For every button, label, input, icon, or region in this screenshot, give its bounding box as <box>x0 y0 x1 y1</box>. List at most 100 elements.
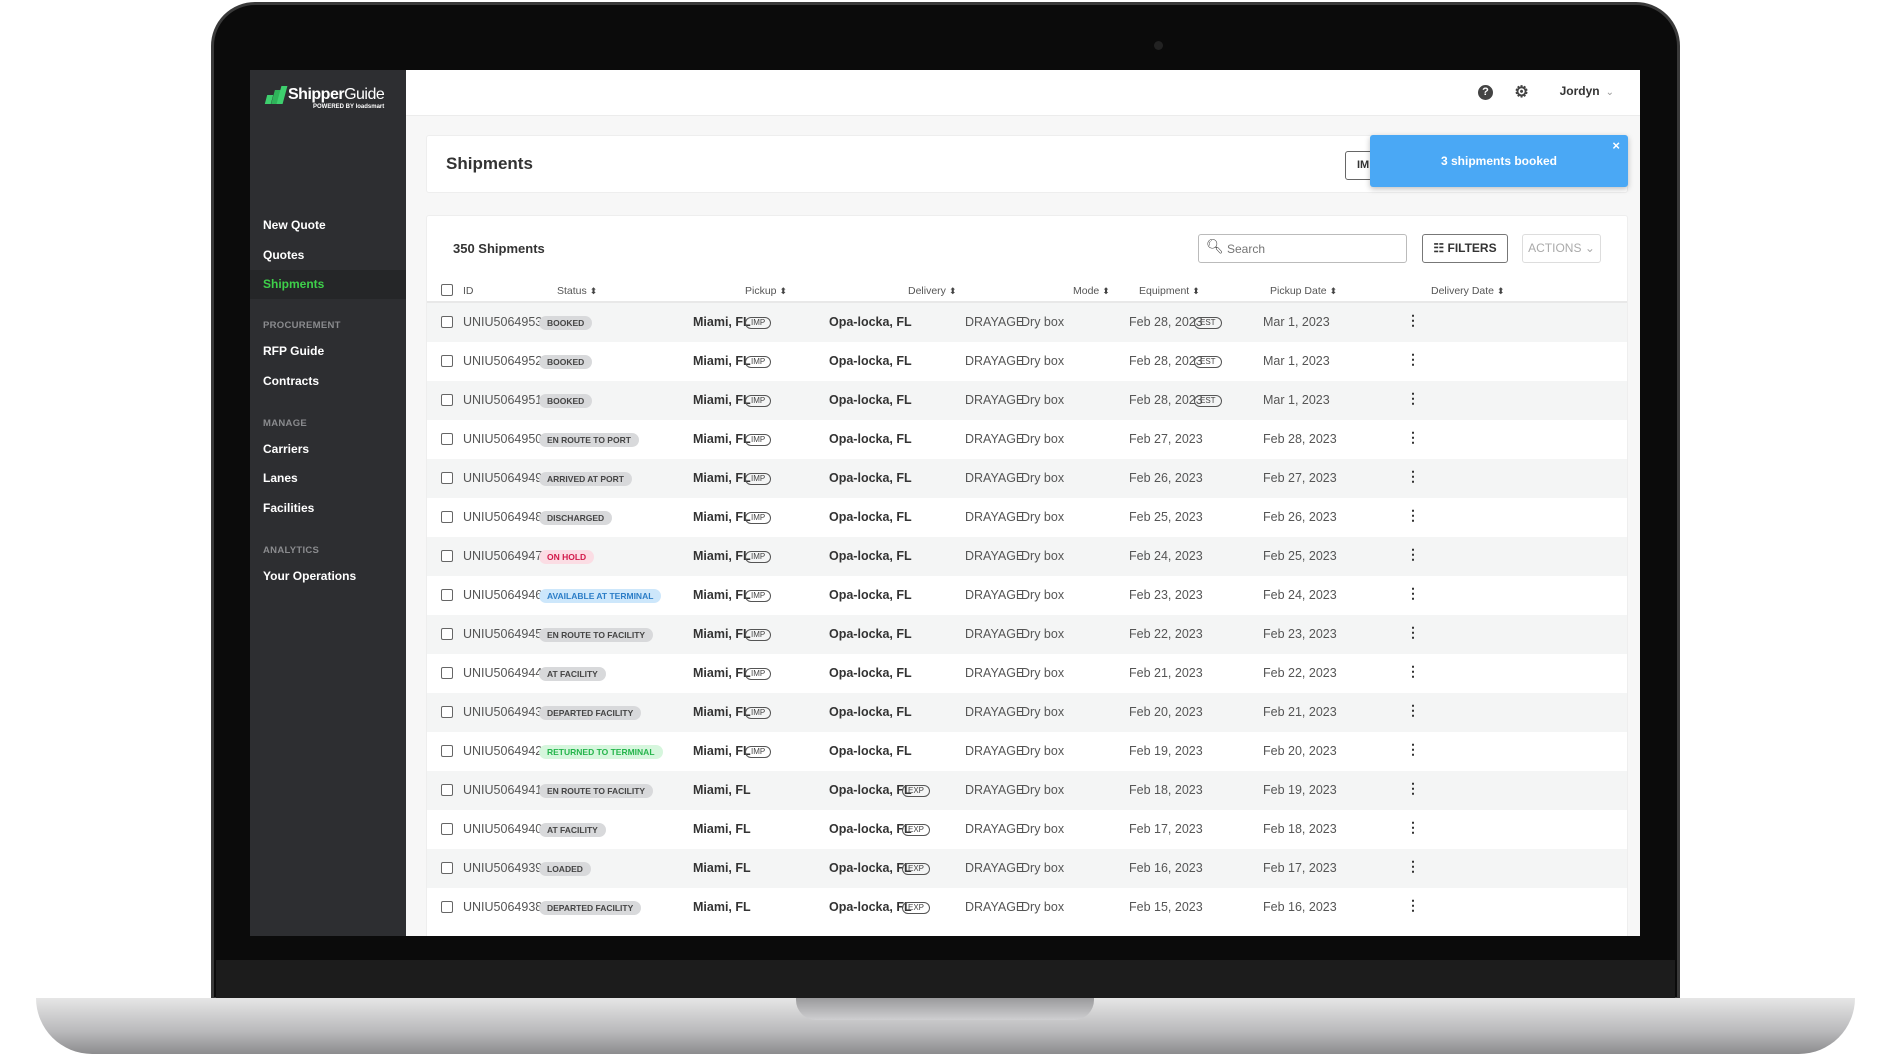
pickup-location: Miami, FL <box>693 900 751 914</box>
sidebar-item-rfp-guide[interactable]: RFP Guide <box>250 337 406 366</box>
shipment-id[interactable]: UNIU5064939 <box>463 861 542 875</box>
row-checkbox[interactable] <box>441 745 453 757</box>
sidebar-item-contracts[interactable]: Contracts <box>250 367 406 396</box>
actions-dropdown[interactable]: ACTIONS ⌄ <box>1522 234 1601 263</box>
shipment-id[interactable]: UNIU5064941 <box>463 783 542 797</box>
kebab-menu-icon[interactable]: ⋮ <box>1406 585 1420 602</box>
shipment-id[interactable]: UNIU5064947 <box>463 549 542 563</box>
kebab-menu-icon[interactable]: ⋮ <box>1406 312 1420 329</box>
kebab-menu-icon[interactable]: ⋮ <box>1406 780 1420 797</box>
kebab-menu-icon[interactable]: ⋮ <box>1406 351 1420 368</box>
gear-icon[interactable]: ⚙ <box>1514 85 1529 101</box>
kebab-menu-icon[interactable]: ⋮ <box>1406 468 1420 485</box>
table-row[interactable]: UNIU5064951 BOOKED Miami, FL IMP Opa-locka, … <box>427 381 1627 420</box>
table-row[interactable]: UNIU5064942 RETURNED TO TERMINAL Miami, FL… <box>427 732 1627 771</box>
pickup-location: Miami, FL <box>693 783 751 797</box>
table-row[interactable]: UNIU5064952 BOOKED Miami, FL IMP Opa-locka, … <box>427 342 1627 381</box>
column-header-delivery-date[interactable]: Delivery Date ⬍ <box>1431 285 1505 297</box>
row-checkbox[interactable] <box>441 823 453 835</box>
row-checkbox[interactable] <box>441 433 453 445</box>
shipment-id[interactable]: UNIU5064940 <box>463 822 542 836</box>
kebab-menu-icon[interactable]: ⋮ <box>1406 390 1420 407</box>
table-row[interactable]: UNIU5064939 LOADED Miami, FL Opa-locka, FL E… <box>427 849 1627 888</box>
kebab-menu-icon[interactable]: ⋮ <box>1406 429 1420 446</box>
equipment: Dry box <box>1021 510 1065 524</box>
row-checkbox[interactable] <box>441 355 453 367</box>
user-menu[interactable]: Jordyn ⌄ <box>1560 84 1614 98</box>
table-row[interactable]: UNIU5064947 ON HOLD Miami, FL IMP Opa-locka,… <box>427 537 1627 576</box>
shipment-id[interactable]: UNIU5064948 <box>463 510 542 524</box>
table-row[interactable]: UNIU5064943 DEPARTED FACILITY Miami, FL IMP… <box>427 693 1627 732</box>
table-row[interactable]: UNIU5064953 BOOKED Miami, FL IMP Opa-locka, … <box>427 303 1627 342</box>
column-header-pickup[interactable]: Pickup ⬍ <box>745 285 787 297</box>
search-input[interactable] <box>1198 234 1407 263</box>
row-checkbox[interactable] <box>441 511 453 523</box>
kebab-menu-icon[interactable]: ⋮ <box>1406 546 1420 563</box>
column-header-delivery[interactable]: Delivery ⬍ <box>908 285 956 297</box>
kebab-menu-icon[interactable]: ⋮ <box>1406 624 1420 641</box>
kebab-menu-icon[interactable]: ⋮ <box>1406 897 1420 914</box>
sidebar-item-your-operations[interactable]: Your Operations <box>250 562 406 591</box>
column-header-pickup-date[interactable]: Pickup Date ⬍ <box>1270 285 1337 297</box>
table-row[interactable]: UNIU5064941 EN ROUTE TO FACILITY Miami, FL… <box>427 771 1627 810</box>
kebab-menu-icon[interactable]: ⋮ <box>1406 741 1420 758</box>
close-icon[interactable]: × <box>1612 139 1620 153</box>
filters-button[interactable]: ☷ FILTERS <box>1422 234 1508 263</box>
question-circle-icon[interactable]: ? <box>1478 85 1493 100</box>
sidebar-item-quotes[interactable]: Quotes <box>250 241 406 270</box>
shipment-id[interactable]: UNIU5064945 <box>463 627 542 641</box>
sidebar-item-shipments[interactable]: Shipments <box>250 270 406 299</box>
column-header-mode[interactable]: Mode ⬍ <box>1073 285 1110 297</box>
column-header-status[interactable]: Status ⬍ <box>557 285 597 297</box>
row-checkbox[interactable] <box>441 472 453 484</box>
shipment-id[interactable]: UNIU5064938 <box>463 900 542 914</box>
logo[interactable]: ShipperGuide POWERED BY loadsmart <box>264 86 385 110</box>
sidebar-item-new-quote[interactable]: New Quote <box>250 211 406 240</box>
delivery-tag: EXP <box>902 824 931 836</box>
row-checkbox[interactable] <box>441 628 453 640</box>
row-checkbox[interactable] <box>441 316 453 328</box>
table-row[interactable]: UNIU5064948 DISCHARGED Miami, FL IMP Opa-loc… <box>427 498 1627 537</box>
select-all-checkbox[interactable] <box>441 284 453 296</box>
table-row[interactable]: UNIU5064944 AT FACILITY Miami, FL IMP Opa-lo… <box>427 654 1627 693</box>
sidebar-item-lanes[interactable]: Lanes <box>250 464 406 493</box>
pickup-date: Feb 26, 2023 <box>1129 471 1203 485</box>
delivery-location: Opa-locka, FL <box>829 744 912 758</box>
table-row[interactable]: UNIU5064945 EN ROUTE TO FACILITY Miami, FL… <box>427 615 1627 654</box>
sidebar-item-carriers[interactable]: Carriers <box>250 435 406 464</box>
pickup-location: Miami, FL <box>693 588 751 602</box>
shipment-id[interactable]: UNIU5064946 <box>463 588 542 602</box>
shipment-id[interactable]: UNIU5064943 <box>463 705 542 719</box>
kebab-menu-icon[interactable]: ⋮ <box>1406 663 1420 680</box>
row-checkbox[interactable] <box>441 706 453 718</box>
shipment-id[interactable]: UNIU5064950 <box>463 432 542 446</box>
row-checkbox[interactable] <box>441 901 453 913</box>
kebab-menu-icon[interactable]: ⋮ <box>1406 819 1420 836</box>
table-row[interactable]: UNIU5064949 ARRIVED AT PORT Miami, FL IMP Op… <box>427 459 1627 498</box>
column-header-id[interactable]: ID <box>463 285 474 297</box>
row-checkbox[interactable] <box>441 394 453 406</box>
kebab-menu-icon[interactable]: ⋮ <box>1406 858 1420 875</box>
row-checkbox[interactable] <box>441 550 453 562</box>
column-header-equipment[interactable]: Equipment ⬍ <box>1139 285 1200 297</box>
shipment-id[interactable]: UNIU5064942 <box>463 744 542 758</box>
row-checkbox[interactable] <box>441 667 453 679</box>
shipment-id[interactable]: UNIU5064949 <box>463 471 542 485</box>
table-row[interactable]: UNIU5064946 AVAILABLE AT TERMINAL Miami, F… <box>427 576 1627 615</box>
kebab-menu-icon[interactable]: ⋮ <box>1406 702 1420 719</box>
table-row[interactable]: UNIU5064938 DEPARTED FACILITY Miami, FL Opa… <box>427 888 1627 927</box>
row-checkbox[interactable] <box>441 862 453 874</box>
table-row[interactable]: UNIU5064940 AT FACILITY Miami, FL Opa-locka… <box>427 810 1627 849</box>
column-label: Equipment <box>1139 285 1190 297</box>
kebab-menu-icon[interactable]: ⋮ <box>1406 507 1420 524</box>
shipment-id[interactable]: UNIU5064951 <box>463 393 542 407</box>
shipment-id[interactable]: UNIU5064952 <box>463 354 542 368</box>
row-checkbox[interactable] <box>441 784 453 796</box>
shipment-id[interactable]: UNIU5064953 <box>463 315 542 329</box>
shipment-id[interactable]: UNIU5064944 <box>463 666 542 680</box>
sidebar-item-facilities[interactable]: Facilities <box>250 494 406 523</box>
status-badge: EN ROUTE TO FACILITY <box>539 784 654 798</box>
pickup-date: Feb 22, 2023 <box>1129 627 1203 641</box>
row-checkbox[interactable] <box>441 589 453 601</box>
table-row[interactable]: UNIU5064950 EN ROUTE TO PORT Miami, FL IMP O… <box>427 420 1627 459</box>
